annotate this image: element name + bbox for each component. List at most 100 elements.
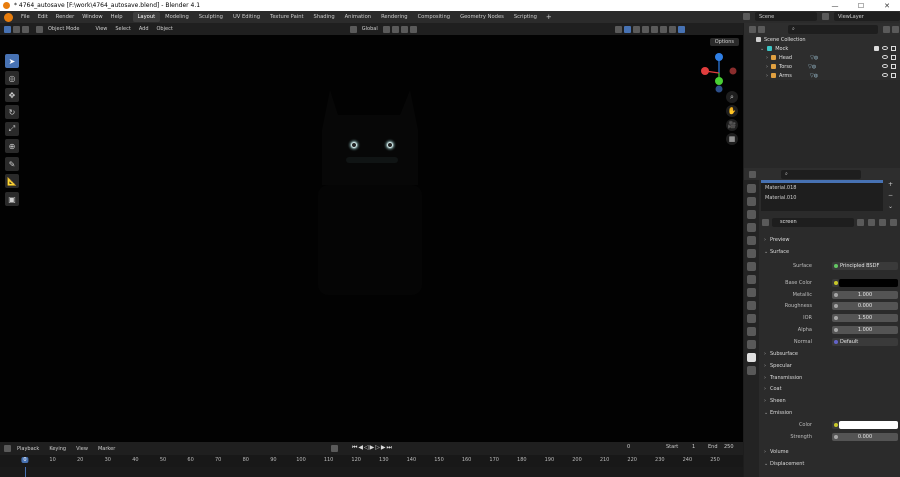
add-cube-tool-icon[interactable]: ▣ [5, 192, 19, 206]
camera-view-icon[interactable]: 🎥 [726, 119, 738, 131]
new-collection-icon[interactable] [892, 25, 899, 33]
scene-selector[interactable]: Scene [755, 12, 817, 21]
slot-menu-icon[interactable]: ⌄ [887, 203, 894, 210]
tab-constraints-icon[interactable] [747, 327, 756, 336]
select-tool-icon[interactable]: ➤ [5, 54, 19, 68]
shading-solid-icon[interactable] [659, 25, 667, 33]
menu-playback[interactable]: Playback [12, 446, 44, 452]
tab-animation[interactable]: Animation [340, 12, 376, 22]
menu-select[interactable]: Select [111, 26, 134, 32]
object-mode-dropdown[interactable]: Object Mode [44, 26, 84, 32]
base-color-swatch[interactable] [839, 279, 898, 287]
tab-geometry-nodes[interactable]: Geometry Nodes [455, 12, 509, 22]
normal-field[interactable]: Default [832, 338, 898, 346]
emission-strength-field[interactable]: 0.000 [832, 433, 898, 441]
exclude-checkbox[interactable] [874, 46, 879, 51]
tab-compositing[interactable]: Compositing [413, 12, 456, 22]
remove-slot-icon[interactable]: − [887, 192, 894, 199]
overlay-toggle-icon[interactable] [632, 25, 640, 33]
panel-displacement[interactable]: ⌄ Displacement [764, 461, 804, 467]
menu-view[interactable]: View [92, 26, 112, 32]
outliner-editor-type-icon[interactable] [749, 25, 756, 33]
panel-coat[interactable]: › Coat [764, 386, 782, 392]
tab-render-icon[interactable] [747, 197, 756, 206]
outliner-row-torso[interactable]: › Torso ▽◍ [744, 62, 900, 71]
outliner-row-arms[interactable]: › Arms ▽◍ [744, 71, 900, 80]
material-slot-item[interactable]: Material.010 [761, 193, 883, 203]
outliner-search-input[interactable]: ⌕ [788, 24, 878, 34]
panel-specular[interactable]: › Specular [764, 363, 792, 369]
tab-sculpting[interactable]: Sculpting [194, 12, 228, 22]
tab-collection-icon[interactable] [747, 262, 756, 271]
ortho-grid-icon[interactable]: ▦ [726, 133, 738, 145]
outliner-filter-mode-icon[interactable] [758, 25, 765, 33]
panel-emission[interactable]: ⌄ Emission [764, 410, 792, 416]
navigation-gizmo[interactable] [697, 51, 741, 95]
panel-surface[interactable]: ⌄ Surface [764, 249, 789, 255]
menu-render[interactable]: Render [52, 14, 78, 20]
tab-texture-icon[interactable] [747, 366, 756, 375]
shading-material-icon[interactable] [668, 25, 676, 33]
tab-rendering[interactable]: Rendering [376, 12, 413, 22]
eye-icon[interactable] [882, 64, 888, 68]
snap-icon[interactable] [391, 25, 399, 33]
properties-editor-type-icon[interactable] [749, 170, 756, 178]
select-box-icon[interactable] [22, 25, 29, 33]
shading-rendered-icon[interactable] [677, 25, 685, 33]
expand-chevron-icon[interactable]: ⌄ [760, 46, 764, 52]
outliner-filter-icon[interactable] [883, 25, 890, 33]
gizmo-toggle-icon[interactable] [623, 25, 631, 33]
tab-object-icon[interactable] [747, 275, 756, 284]
end-frame-field[interactable]: 250 [724, 444, 734, 450]
3d-viewport[interactable]: Options ➤ ◎ ✥ ↻ ⤢ ⊕ ✎ 📐 ▣ ⌕ ✋ 🎥 ▦ [0, 35, 743, 442]
material-slot-item[interactable]: Material.018 [761, 183, 883, 193]
emission-color-swatch[interactable] [839, 421, 898, 429]
menu-keying[interactable]: Keying [44, 446, 71, 452]
panel-preview[interactable]: › Preview [764, 237, 789, 243]
editor-type-icon[interactable] [4, 25, 11, 33]
material-slot-list[interactable]: Material.018 Material.010 [761, 180, 883, 211]
menu-add[interactable]: Add [135, 26, 153, 32]
unlink-material-icon[interactable] [879, 218, 886, 226]
camera-icon[interactable] [891, 64, 896, 69]
tab-texture-paint[interactable]: Texture Paint [265, 12, 308, 22]
transform-tool-icon[interactable]: ⊕ [5, 139, 19, 153]
menu-object[interactable]: Object [153, 26, 177, 32]
camera-icon[interactable] [891, 73, 896, 78]
transform-orientation-dropdown[interactable]: Global [358, 26, 382, 32]
close-icon[interactable]: ✕ [874, 0, 900, 11]
pan-hand-icon[interactable]: ✋ [726, 105, 738, 117]
fake-user-icon[interactable] [857, 218, 864, 226]
current-frame-field[interactable]: 0 [627, 444, 630, 450]
select-mode-icon[interactable] [13, 25, 20, 33]
add-workspace-button[interactable]: + [542, 13, 556, 21]
start-frame-field[interactable]: 1 [692, 444, 695, 450]
eye-icon[interactable] [882, 73, 888, 77]
duplicate-material-icon[interactable] [868, 218, 875, 226]
outliner-row-scene-collection[interactable]: Scene Collection [744, 35, 900, 44]
tab-modifiers-icon[interactable] [747, 288, 756, 297]
xray-toggle-icon[interactable] [641, 25, 649, 33]
tab-uv-editing[interactable]: UV Editing [228, 12, 265, 22]
tab-modeling[interactable]: Modeling [160, 12, 194, 22]
visibility-icon[interactable] [614, 25, 622, 33]
metallic-field[interactable]: 1.000 [832, 291, 898, 299]
surface-shader-field[interactable]: Principled BSDF [832, 262, 898, 270]
outliner-row-mock[interactable]: ⌄ Mock [744, 44, 900, 53]
tab-view-layer-icon[interactable] [747, 223, 756, 232]
expand-chevron-icon[interactable]: › [766, 55, 768, 61]
panel-transmission[interactable]: › Transmission [764, 375, 802, 381]
ior-field[interactable]: 1.500 [832, 314, 898, 322]
tab-world-icon[interactable] [747, 249, 756, 258]
blender-menu-icon[interactable] [4, 12, 13, 22]
move-tool-icon[interactable]: ✥ [5, 88, 19, 102]
tab-shading[interactable]: Shading [309, 12, 340, 22]
menu-timeline-view[interactable]: View [71, 446, 93, 452]
base-color-socket[interactable] [832, 279, 839, 287]
expand-chevron-icon[interactable]: › [766, 73, 768, 79]
proportional-edit-icon[interactable] [409, 25, 417, 33]
alpha-field[interactable]: 1.000 [832, 326, 898, 334]
tab-scene-icon[interactable] [747, 236, 756, 245]
menu-file[interactable]: File [17, 14, 34, 20]
properties-search-input[interactable]: ⌕ [781, 169, 861, 179]
